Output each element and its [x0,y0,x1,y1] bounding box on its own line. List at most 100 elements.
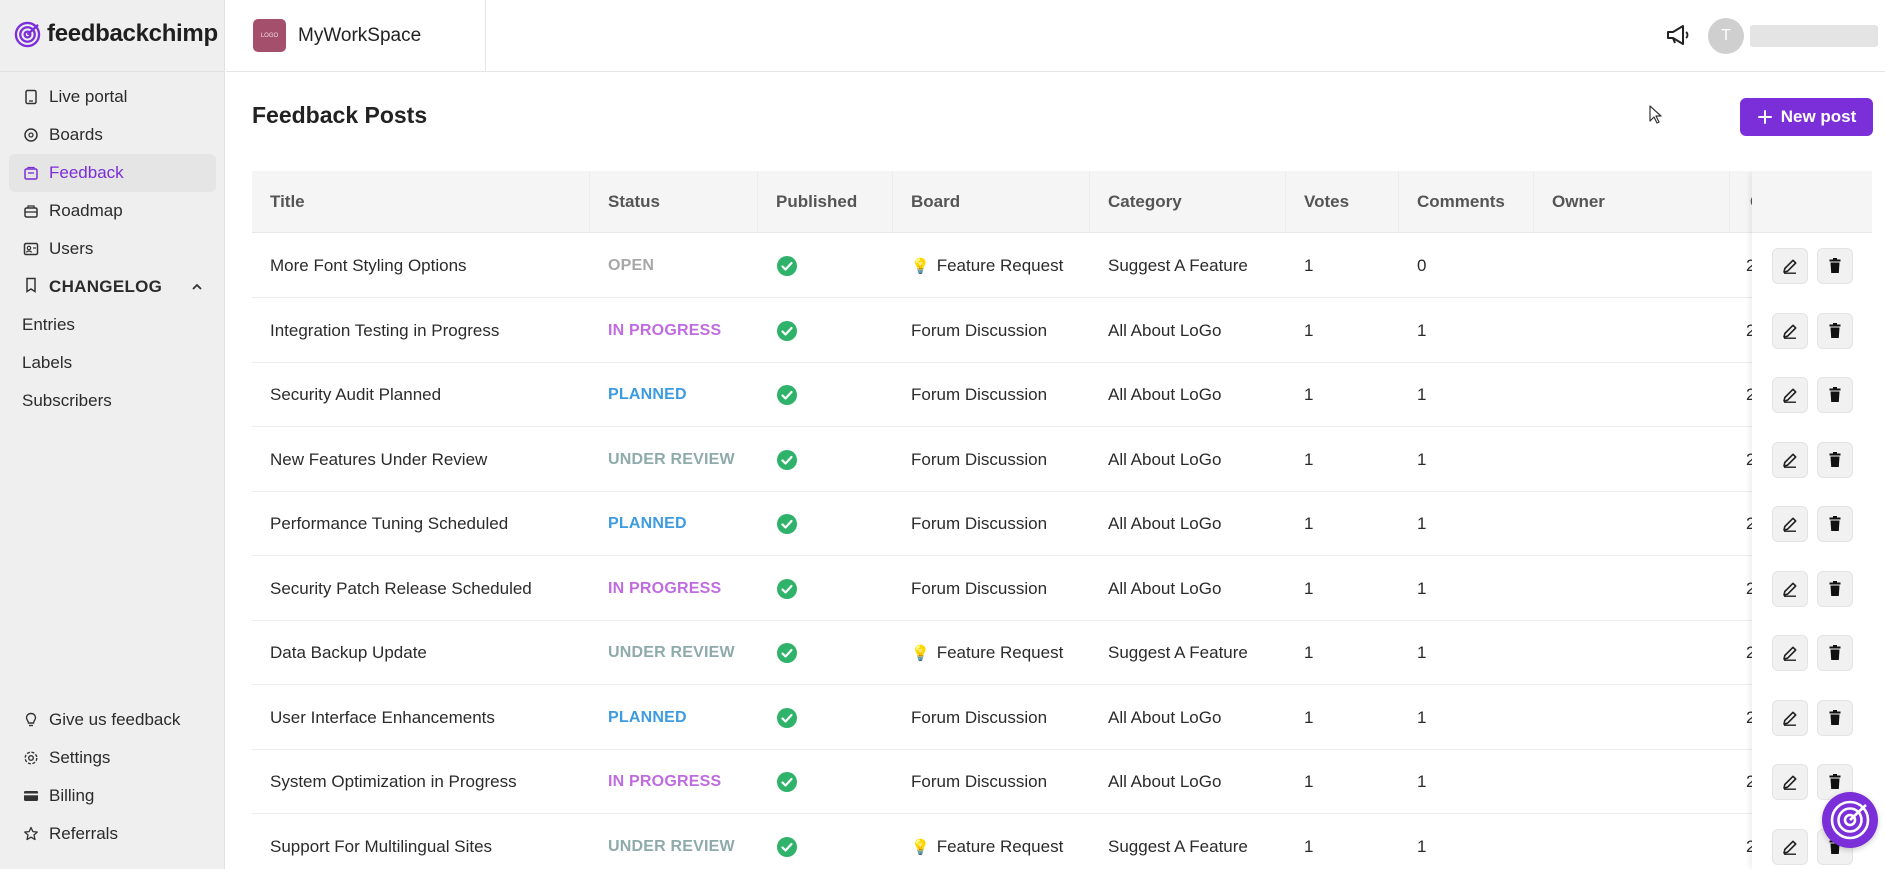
sidebar-item-roadmap[interactable]: Roadmap [9,192,216,230]
cell-board: Forum Discussion [893,428,1090,492]
cell-comments: 1 [1399,299,1534,363]
table-row[interactable]: Data Backup Update UNDER REVIEW 💡 Feature R… [252,621,1872,685]
delete-post-button[interactable] [1817,248,1853,284]
edit-post-button[interactable] [1772,506,1808,542]
cell-owner [1534,686,1730,750]
cell-published [758,815,893,869]
user-name-placeholder[interactable] [1750,25,1878,47]
cell-status: UNDER REVIEW [590,815,758,869]
cell-votes-text: 1 [1304,385,1314,404]
user-avatar[interactable]: T [1708,18,1744,54]
published-check-icon [777,320,797,341]
brand-name: feedbackchimp [47,20,218,47]
column-header-published[interactable]: Published [758,171,893,233]
edit-post-button[interactable] [1772,570,1808,607]
changelog-section-toggle[interactable]: CHANGELOG [9,268,216,306]
cell-published [758,621,893,685]
edit-post-button[interactable] [1772,828,1808,865]
cell-owner [1534,363,1730,427]
cell-category-text: Suggest A Feature [1108,256,1248,275]
delete-post-button[interactable] [1817,312,1853,349]
table-row[interactable]: User Interface Enhancements PLANNED Forum … [252,686,1872,750]
sidebar-item-billing[interactable]: Billing [9,777,216,815]
workspace-switcher[interactable]: LOGO MyWorkSpace [226,0,486,71]
cell-comments-text: 1 [1417,449,1427,469]
cell-status-text: OPEN [608,257,655,274]
published-check-icon [777,449,797,470]
feedback-widget-button[interactable] [1822,792,1878,848]
column-header-status[interactable]: Status [590,171,758,233]
cell-category: All About LoGo [1090,750,1286,814]
board-name: Forum Discussion [911,578,1048,598]
cell-status: UNDER REVIEW [590,428,758,492]
sidebar-item-settings[interactable]: Settings [9,739,216,777]
cell-votes: 1 [1286,234,1399,298]
cell-published [758,428,893,492]
column-header-board[interactable]: Board [893,171,1090,233]
delete-post-button[interactable] [1817,377,1853,413]
table-row[interactable]: Performance Tuning Scheduled PLANNED Forum… [252,492,1872,556]
column-header-owner[interactable]: Owner [1534,171,1730,233]
changelog-item-subscribers[interactable]: Subscribers [9,382,216,420]
table-row[interactable]: New Features Under Review UNDER REVIEW For… [252,428,1872,492]
sidebar-item-users[interactable]: Users [9,230,216,268]
table-row[interactable]: Support For Multilingual Sites UNDER REVI… [252,815,1872,869]
edit-post-button[interactable] [1772,764,1808,800]
edit-post-button[interactable] [1772,312,1808,349]
cell-title: New Features Under Review [252,428,590,492]
column-header-votes[interactable]: Votes [1286,171,1399,233]
sidebar-item-boards[interactable]: Boards [9,116,216,154]
table-row[interactable]: More Font Styling Options OPEN 💡 Feature Re… [252,234,1872,298]
pencil-icon [1783,582,1797,597]
pencil-icon [1783,646,1797,661]
edit-post-button[interactable] [1772,699,1808,736]
delete-post-button[interactable] [1817,441,1853,478]
table-row[interactable]: Integration Testing in Progress IN PROGRE… [252,299,1872,363]
cell-votes-text: 1 [1304,707,1314,727]
edit-post-button[interactable] [1772,377,1808,413]
delete-post-button[interactable] [1817,506,1853,542]
trash-icon [1829,774,1841,789]
sidebar-item-live-portal[interactable]: Live portal [9,78,216,116]
changelog-item-labels[interactable]: Labels [9,344,216,382]
brand-logo[interactable]: feedbackchimp [14,20,218,48]
new-post-button[interactable]: New post [1740,98,1873,136]
published-check-icon [777,643,797,663]
table-row[interactable]: Security Patch Release Scheduled IN PROGR… [252,557,1872,621]
table-row[interactable]: System Optimization in Progress IN PROGRE… [252,750,1872,814]
column-header-comments[interactable]: Comments [1399,171,1534,233]
cell-category: All About LoGo [1090,428,1286,492]
column-header-category[interactable]: Category [1090,171,1286,233]
cell-title-text: User Interface Enhancements [270,707,495,727]
board-name: Feature Request [936,256,1064,275]
edit-post-button[interactable] [1772,248,1808,284]
sidebar-item-give-feedback[interactable]: Give us feedback [9,701,216,739]
edit-post-button[interactable] [1772,635,1808,671]
lightbulb-icon: 💡 [911,838,930,856]
edit-post-button[interactable] [1772,441,1808,478]
trash-icon [1829,451,1841,467]
megaphone-icon[interactable] [1665,22,1691,48]
cell-status-text: IN PROGRESS [608,321,722,339]
cell-votes: 1 [1286,621,1399,685]
cell-title: User Interface Enhancements [252,686,590,750]
cell-owner [1534,750,1730,814]
cell-status: UNDER REVIEW [590,621,758,685]
column-header-title[interactable]: Title [252,171,590,233]
trash-icon [1829,258,1841,273]
delete-post-button[interactable] [1817,570,1853,607]
pencil-icon [1783,775,1797,790]
sidebar-item-referrals[interactable]: Referrals [9,815,216,853]
changelog-item-entries[interactable]: Entries [9,306,216,344]
delete-post-button[interactable] [1817,635,1853,671]
cell-category: All About LoGo [1090,492,1286,556]
table-row[interactable]: Security Audit Planned PLANNED Forum Discu… [252,363,1872,427]
cell-status: IN PROGRESS [590,750,758,814]
lightbulb-icon: 💡 [911,258,930,275]
cell-comments: 1 [1399,363,1534,427]
delete-post-button[interactable] [1817,699,1853,736]
cell-status: PLANNED [590,492,758,556]
cell-votes: 1 [1286,686,1399,750]
cell-status: OPEN [590,234,758,298]
sidebar-item-feedback[interactable]: Feedback [9,154,216,192]
